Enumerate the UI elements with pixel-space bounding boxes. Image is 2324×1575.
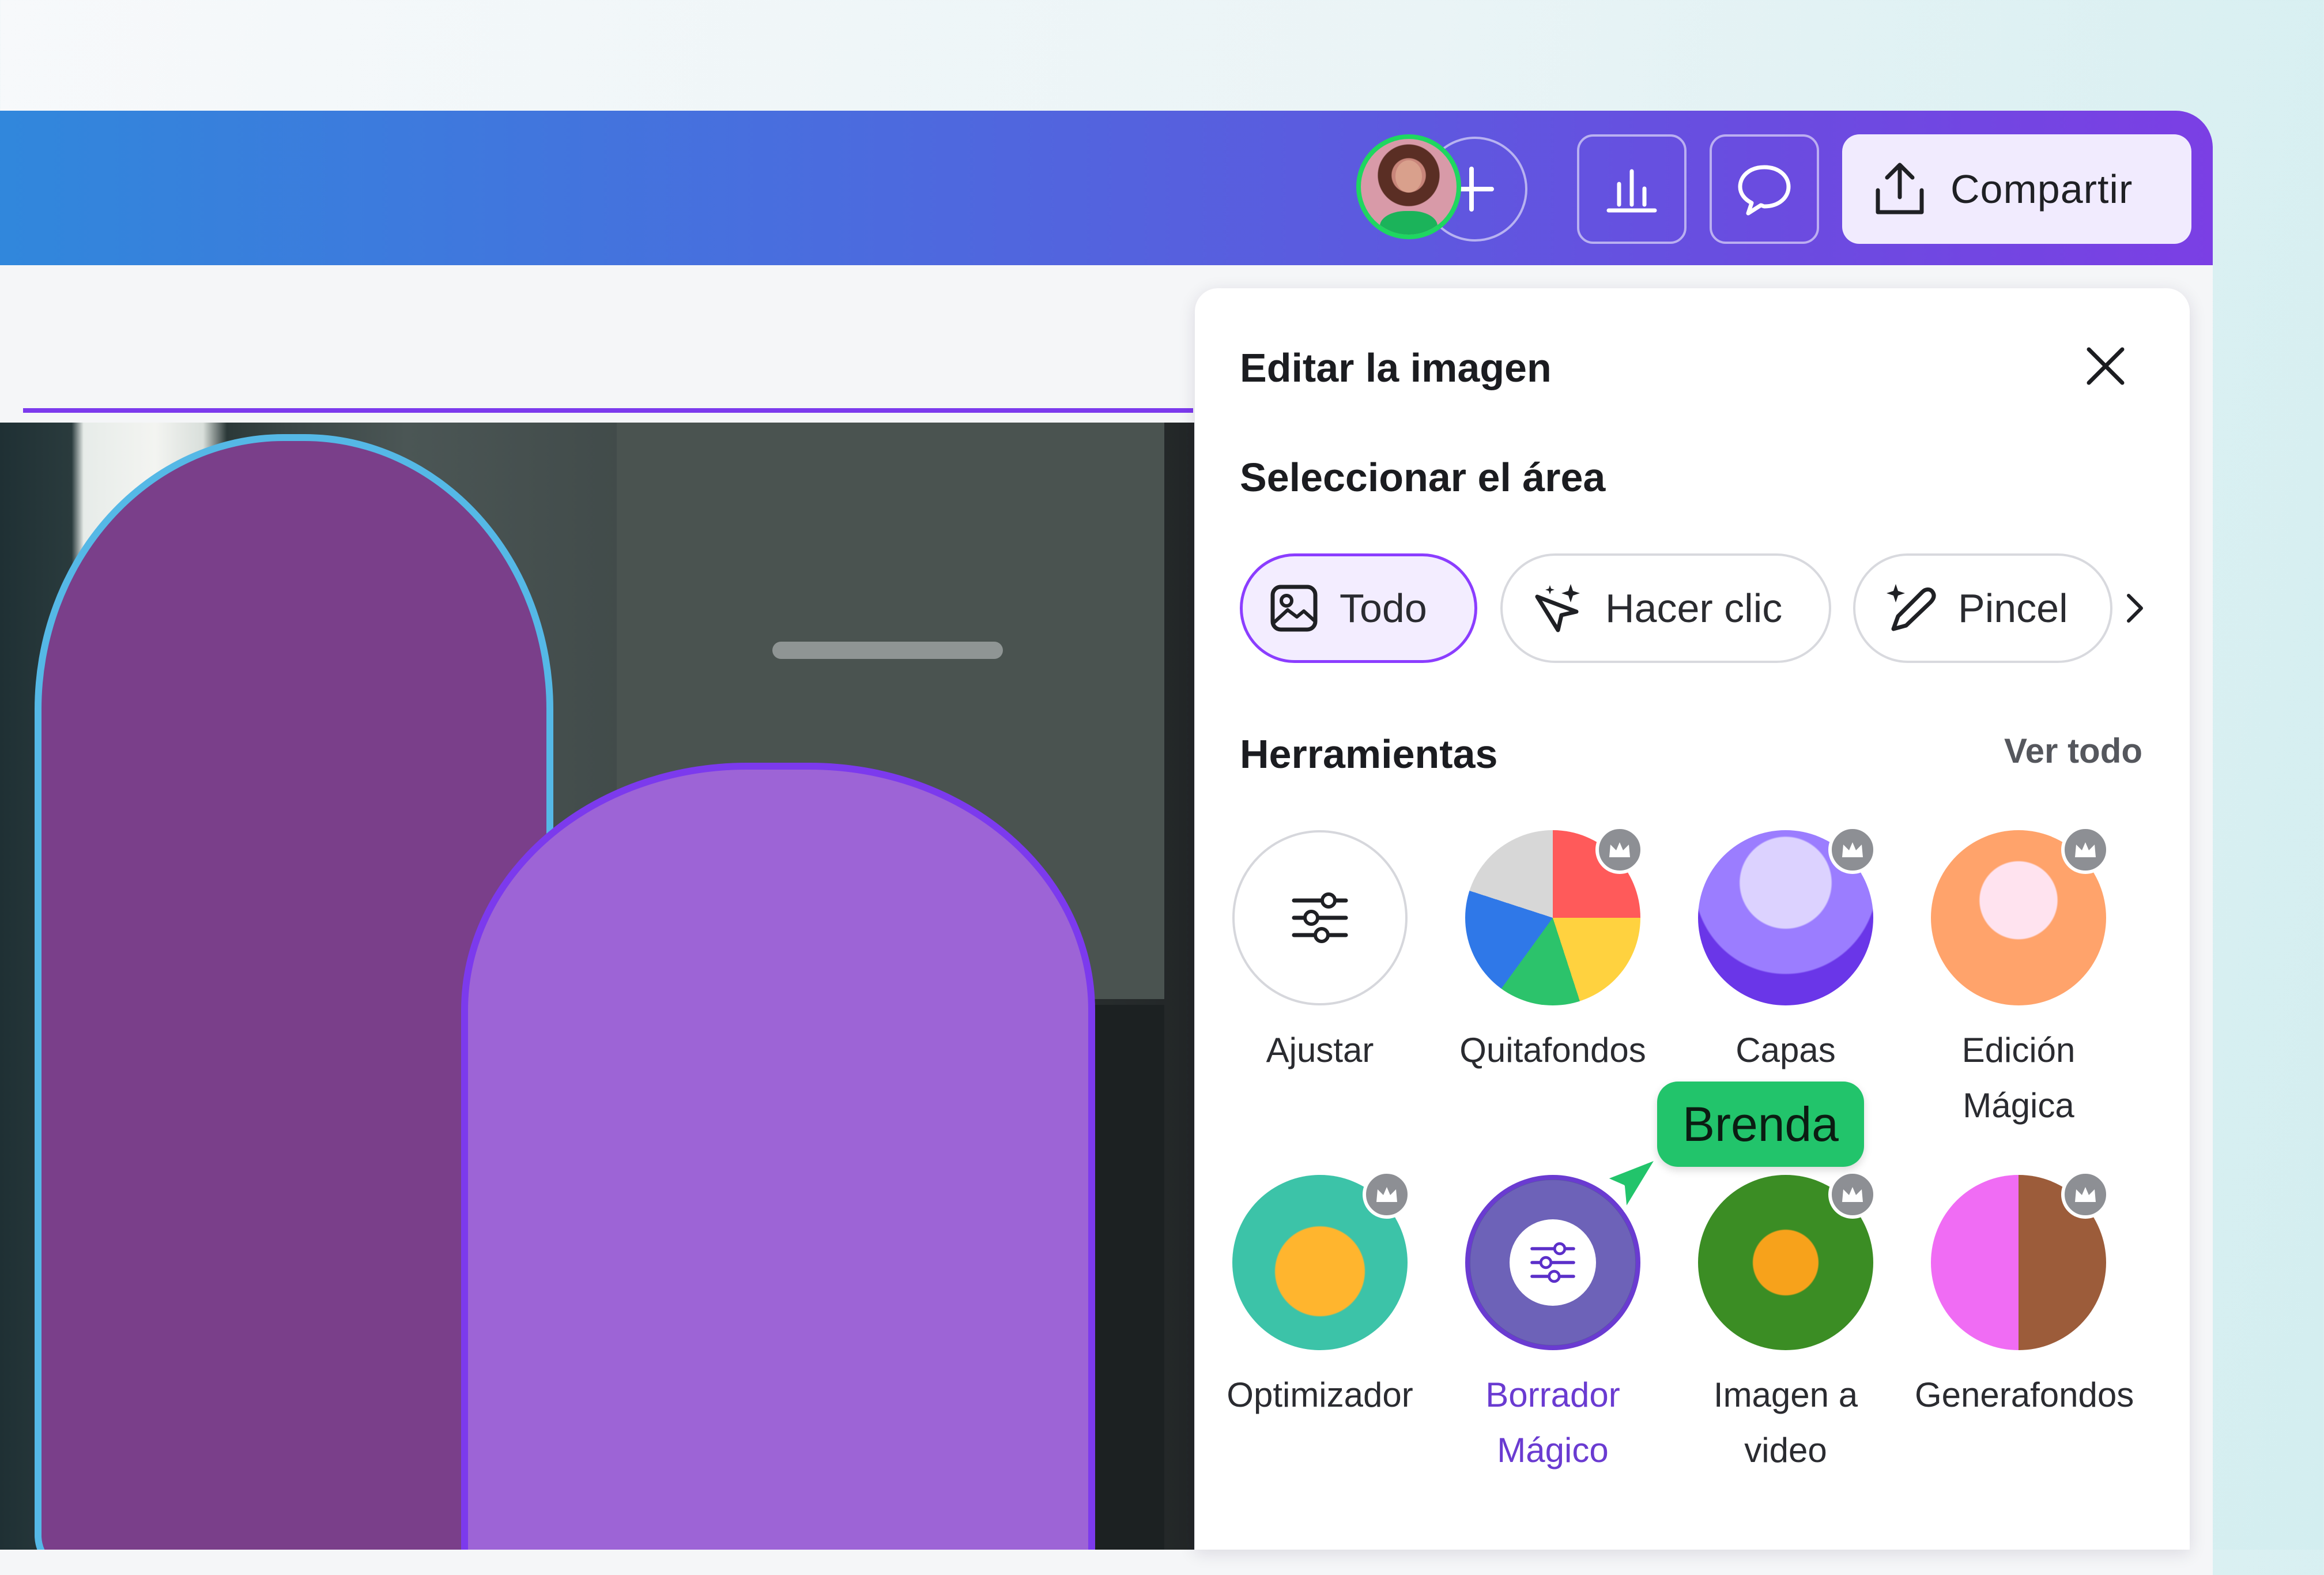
crown-icon [2061,826,2110,874]
upload-icon [1876,163,1924,214]
sliders-icon [1292,892,1348,943]
crown-icon [1828,826,1877,874]
tool-label: Ajustar [1266,1031,1374,1069]
collaborator-cursor-label: Brenda [1657,1082,1864,1167]
insights-button[interactable] [1577,134,1687,244]
share-button[interactable]: Compartir [1842,134,2191,244]
tool-image-to-video[interactable]: Imagen a video [1682,1170,1889,1478]
select-option-click[interactable]: Hacer clic [1500,553,1831,663]
tool-magic-eraser[interactable]: Borrador Mágico [1449,1175,1657,1478]
see-all-link[interactable]: Ver todo [2004,731,2142,771]
image-icon [1270,585,1318,632]
select-option-label: Hacer clic [1605,586,1783,631]
share-label: Compartir [1950,167,2133,212]
panel-title: Editar la imagen [1240,345,1552,390]
chevron-right-icon [2127,594,2143,623]
tool-layers[interactable]: Capas [1682,826,1889,1078]
tool-adjust-circle [1232,830,1408,1005]
tool-magic-edit[interactable]: Edición Mágica [1915,826,2122,1133]
tool-label: Capas [1736,1031,1836,1069]
user-avatar[interactable] [1356,134,1461,239]
speech-bubble-icon [1738,165,1791,216]
tool-background-generator[interactable]: Generafondos [1915,1170,2134,1423]
selected-person-woman[interactable] [461,763,1095,1550]
select-area-title: Seleccionar el área [1240,455,1606,500]
select-option-brush[interactable]: Pincel [1853,553,2112,663]
collaborator-cursor-icon [1603,1156,1659,1212]
tool-label: Edición Mágica [1961,1031,2076,1125]
tool-label: Generafondos [1915,1376,2134,1414]
avatar-face [1395,160,1423,193]
tool-enhancer[interactable]: Optimizador [1216,1170,1424,1423]
cabinet-handle [772,642,1003,659]
crown-icon [1595,826,1644,874]
crown-icon [2061,1170,2110,1219]
comment-button[interactable] [1710,134,1819,244]
bar-chart-icon [1606,169,1657,213]
tool-magic-eraser-inner [1510,1219,1596,1306]
tool-label: Borrador Mágico [1485,1376,1620,1470]
pineapple-icon [1232,1170,1411,1350]
tool-label: Quitafondos [1459,1031,1646,1069]
beach-ball-icon [1465,826,1644,1005]
more-options-button[interactable] [2111,579,2157,637]
canvas-photo[interactable] [0,423,1194,1550]
butterfly-layers-icon [1698,826,1877,1005]
magic-brush-icon [1887,584,1936,631]
avatar-body [1380,210,1438,235]
select-option-label: Pincel [1958,586,2068,631]
canvas-selection-line [23,408,1193,413]
cupcake-icon [1931,826,2110,1005]
tools-title: Herramientas [1240,732,1498,777]
tool-label: Imagen a video [1713,1376,1858,1470]
magic-pointer-icon [1535,584,1580,632]
close-button[interactable] [2077,337,2134,395]
edit-image-panel: Editar la imagen Seleccionar el área Tod… [1195,288,2190,1550]
butterfly-flower-icon [1698,1170,1877,1350]
select-option-todo[interactable]: Todo [1240,553,1477,663]
tool-label: Optimizador [1227,1376,1413,1414]
close-icon [2087,347,2125,385]
tool-background-remover[interactable]: Quitafondos [1449,826,1657,1078]
select-option-label: Todo [1340,586,1427,631]
crown-icon [1363,1170,1411,1219]
sunglasses-icon [1931,1170,2110,1350]
sliders-icon [1530,1242,1575,1283]
top-bar: Compartir [0,111,2213,265]
tool-adjust[interactable]: Ajustar [1216,830,1424,1078]
crown-icon [1828,1170,1877,1219]
